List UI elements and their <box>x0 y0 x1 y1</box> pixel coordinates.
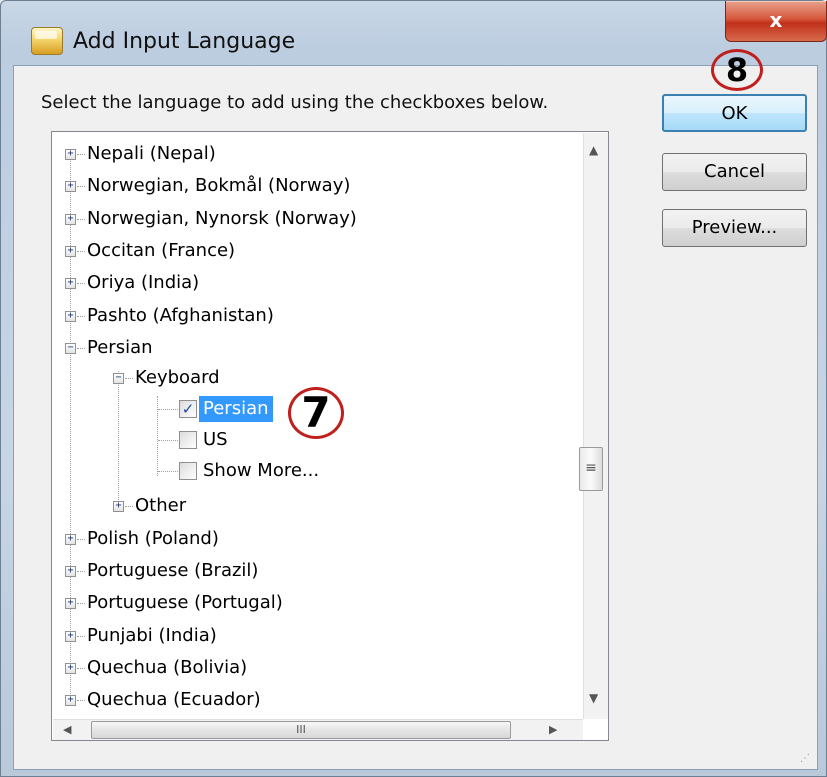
vertical-scroll-thumb[interactable]: ≡ <box>579 447 603 491</box>
expand-language-2-icon[interactable]: + <box>65 213 76 225</box>
expand-other-icon[interactable]: + <box>113 501 124 512</box>
language-connector <box>77 154 85 155</box>
language-connector <box>77 218 85 220</box>
dialog-window: Add Input Language x Select the language… <box>0 0 827 777</box>
tree-item-keyboard[interactable]: Keyboard <box>135 363 220 393</box>
preview-button[interactable]: Preview... <box>662 209 807 247</box>
keyboard-language-icon <box>31 27 63 55</box>
expand-language-lower-5-icon[interactable]: + <box>65 695 76 706</box>
tree-item-language-2[interactable]: Norwegian, Nynorsk (Norway) <box>87 204 357 234</box>
tree-item-show-more[interactable]: Show More... <box>203 456 319 486</box>
tree-trunk-line <box>70 155 71 700</box>
us-connector <box>158 440 178 441</box>
tree-item-language-lower-3[interactable]: Punjabi (India) <box>87 621 217 651</box>
language-lower-connector <box>77 603 85 605</box>
collapse-keyboard-icon[interactable]: − <box>113 373 124 384</box>
persian-connector <box>158 409 178 410</box>
horizontal-scroll-thumb[interactable]: III <box>91 721 511 739</box>
collapse-language-6-icon[interactable]: − <box>65 342 76 354</box>
instruction-text: Select the language to add using the che… <box>41 92 549 113</box>
tree-item-us[interactable]: US <box>203 425 228 455</box>
step-marker-8: 8 <box>711 49 763 91</box>
tree-item-language-0[interactable]: Nepali (Nepal) <box>87 139 216 169</box>
title-bar[interactable]: Add Input Language x <box>1 1 827 63</box>
language-lower-connector <box>77 539 85 540</box>
other-connector <box>125 506 133 507</box>
language-connector <box>77 283 85 285</box>
language-lower-connector <box>77 635 85 637</box>
persian-checkbox[interactable]: ✓ <box>179 400 197 418</box>
tree-item-language-lower-0[interactable]: Polish (Poland) <box>87 524 219 554</box>
language-lower-connector <box>77 667 85 669</box>
tree-item-language-4[interactable]: Oriya (India) <box>87 268 199 298</box>
tree-item-language-lower-1[interactable]: Portuguese (Brazil) <box>87 556 258 586</box>
keyboard-connector <box>125 378 133 379</box>
language-lower-connector <box>77 571 85 573</box>
step-marker-7: 7 <box>288 387 344 439</box>
window-title: Add Input Language <box>73 29 296 54</box>
language-connector <box>77 315 85 317</box>
cancel-button[interactable]: Cancel <box>662 153 807 191</box>
tree-item-language-6[interactable]: Persian <box>87 333 153 363</box>
scroll-down-icon[interactable]: ▼ <box>589 691 598 705</box>
language-connector <box>77 186 85 188</box>
expand-language-4-icon[interactable]: + <box>65 278 76 290</box>
tree-item-language-5[interactable]: Pashto (Afghanistan) <box>87 301 274 331</box>
vertical-scrollbar[interactable] <box>583 133 608 719</box>
close-button[interactable]: x <box>725 1 827 42</box>
tree-item-language-1[interactable]: Norwegian, Bokmål (Norway) <box>87 171 350 201</box>
expand-language-3-icon[interactable]: + <box>65 245 76 257</box>
ok-button[interactable]: OK <box>662 94 807 132</box>
expand-language-5-icon[interactable]: + <box>65 310 76 322</box>
expand-language-lower-0-icon[interactable]: + <box>65 534 76 545</box>
us-checkbox[interactable] <box>179 431 197 449</box>
language-lower-connector <box>77 700 85 701</box>
scroll-right-icon[interactable]: ▶ <box>549 723 557 736</box>
expand-language-1-icon[interactable]: + <box>65 181 76 193</box>
resize-grip-icon[interactable]: ⋰ <box>800 753 810 764</box>
tree-item-other[interactable]: Other <box>135 491 186 521</box>
scroll-up-icon[interactable]: ▲ <box>589 143 598 157</box>
language-connector <box>77 250 85 252</box>
tree-item-language-lower-4[interactable]: Quechua (Bolivia) <box>87 653 247 683</box>
expand-language-lower-2-icon[interactable]: + <box>65 598 76 610</box>
expand-language-lower-4-icon[interactable]: + <box>65 662 76 674</box>
tree-item-language-lower-2[interactable]: Portuguese (Portugal) <box>87 588 283 618</box>
persian-branch-line <box>118 371 119 506</box>
language-connector <box>77 347 85 349</box>
expand-language-lower-3-icon[interactable]: + <box>65 630 76 642</box>
expand-language-0-icon[interactable]: + <box>65 149 76 160</box>
keyboard-branch-line <box>157 396 158 476</box>
expand-language-lower-1-icon[interactable]: + <box>65 566 76 578</box>
tree-item-persian-keyboard[interactable]: Persian <box>199 396 273 422</box>
show-more-connector <box>158 471 178 472</box>
tree-item-language-3[interactable]: Occitan (France) <box>87 236 235 266</box>
scroll-left-icon[interactable]: ◀ <box>63 723 71 736</box>
tree-item-language-lower-5[interactable]: Quechua (Ecuador) <box>87 685 261 715</box>
show-more-checkbox[interactable] <box>179 462 197 480</box>
